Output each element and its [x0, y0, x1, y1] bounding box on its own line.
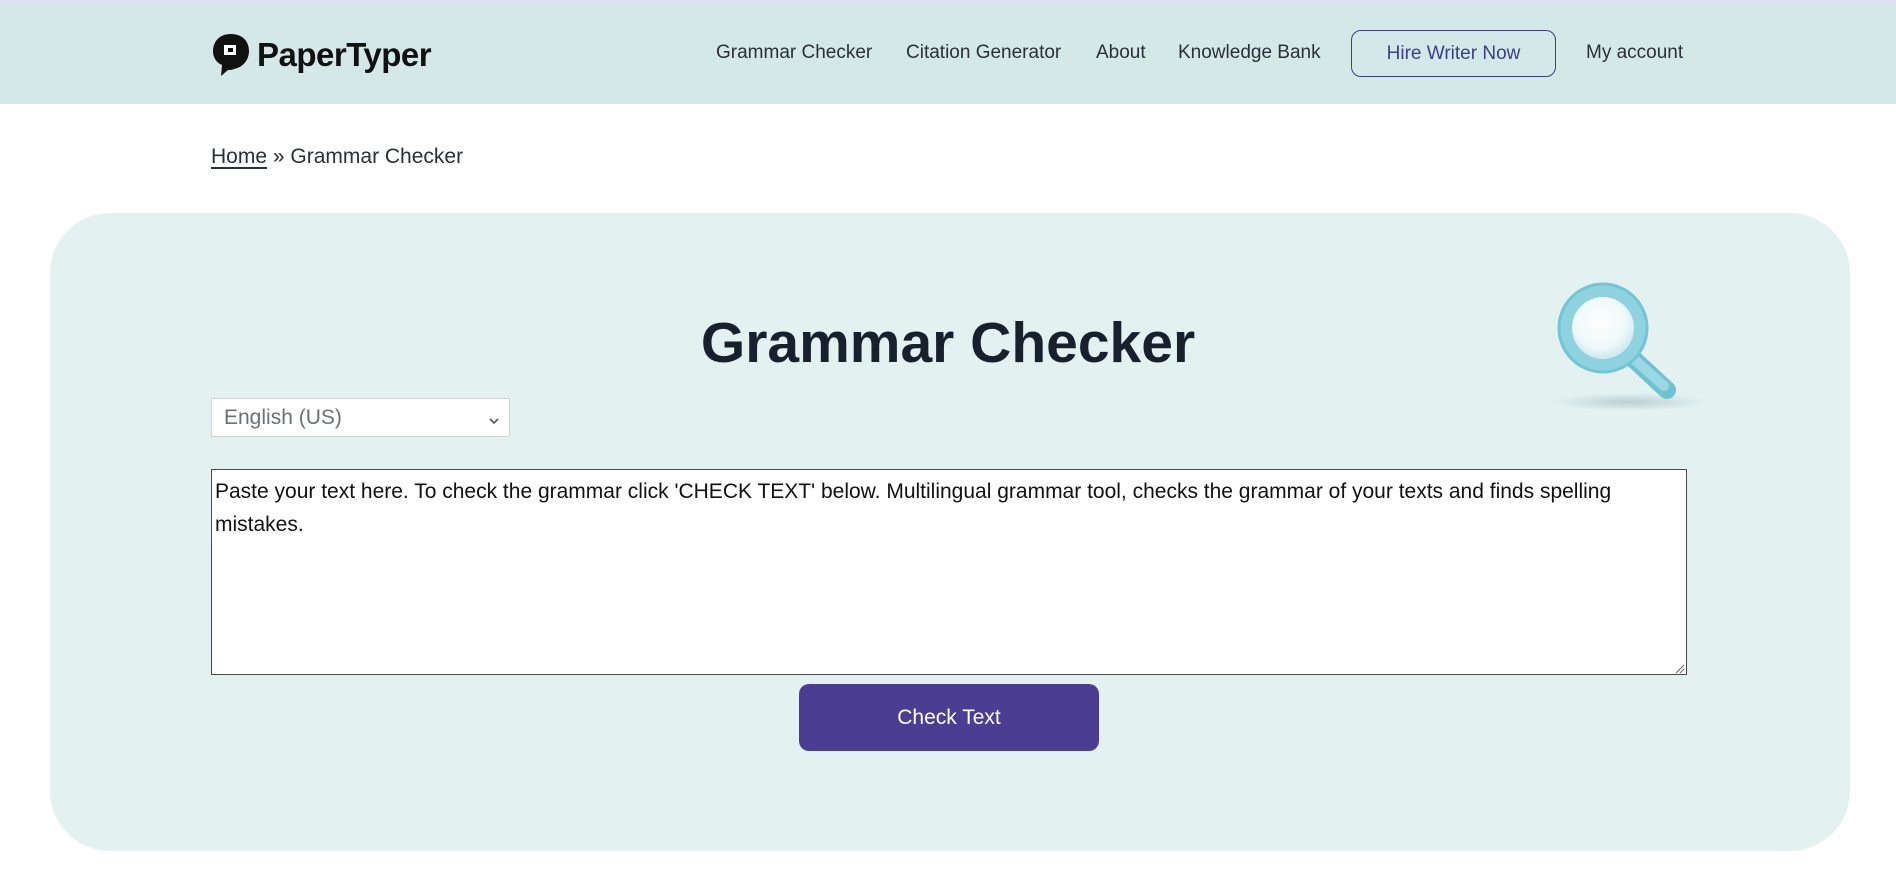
chevron-down-icon: [487, 410, 501, 425]
text-input-area[interactable]: Paste your text here. To check the gramm…: [211, 469, 1687, 675]
nav-knowledge-bank[interactable]: Knowledge Bank: [1178, 42, 1321, 64]
nav-grammar-checker[interactable]: Grammar Checker: [716, 42, 872, 64]
hire-writer-button[interactable]: Hire Writer Now: [1351, 30, 1556, 77]
main-nav: Grammar Checker Citation Generator About…: [0, 30, 1896, 78]
check-text-button[interactable]: Check Text: [799, 684, 1099, 751]
breadcrumb-current: Grammar Checker: [290, 145, 464, 168]
resize-handle-icon[interactable]: [1673, 661, 1685, 674]
language-select[interactable]: English (US): [211, 398, 510, 437]
nav-my-account[interactable]: My account: [1586, 42, 1683, 64]
breadcrumb-separator: »: [267, 145, 291, 168]
breadcrumb: Home » Grammar Checker: [211, 145, 463, 169]
site-header: PaperTyper Grammar Checker Citation Gene…: [0, 0, 1896, 104]
nav-citation-generator[interactable]: Citation Generator: [906, 42, 1061, 64]
page-title: Grammar Checker: [700, 311, 1196, 375]
breadcrumb-home-link[interactable]: Home: [211, 145, 267, 168]
nav-about[interactable]: About: [1096, 42, 1146, 64]
language-select-value: English (US): [224, 405, 342, 429]
